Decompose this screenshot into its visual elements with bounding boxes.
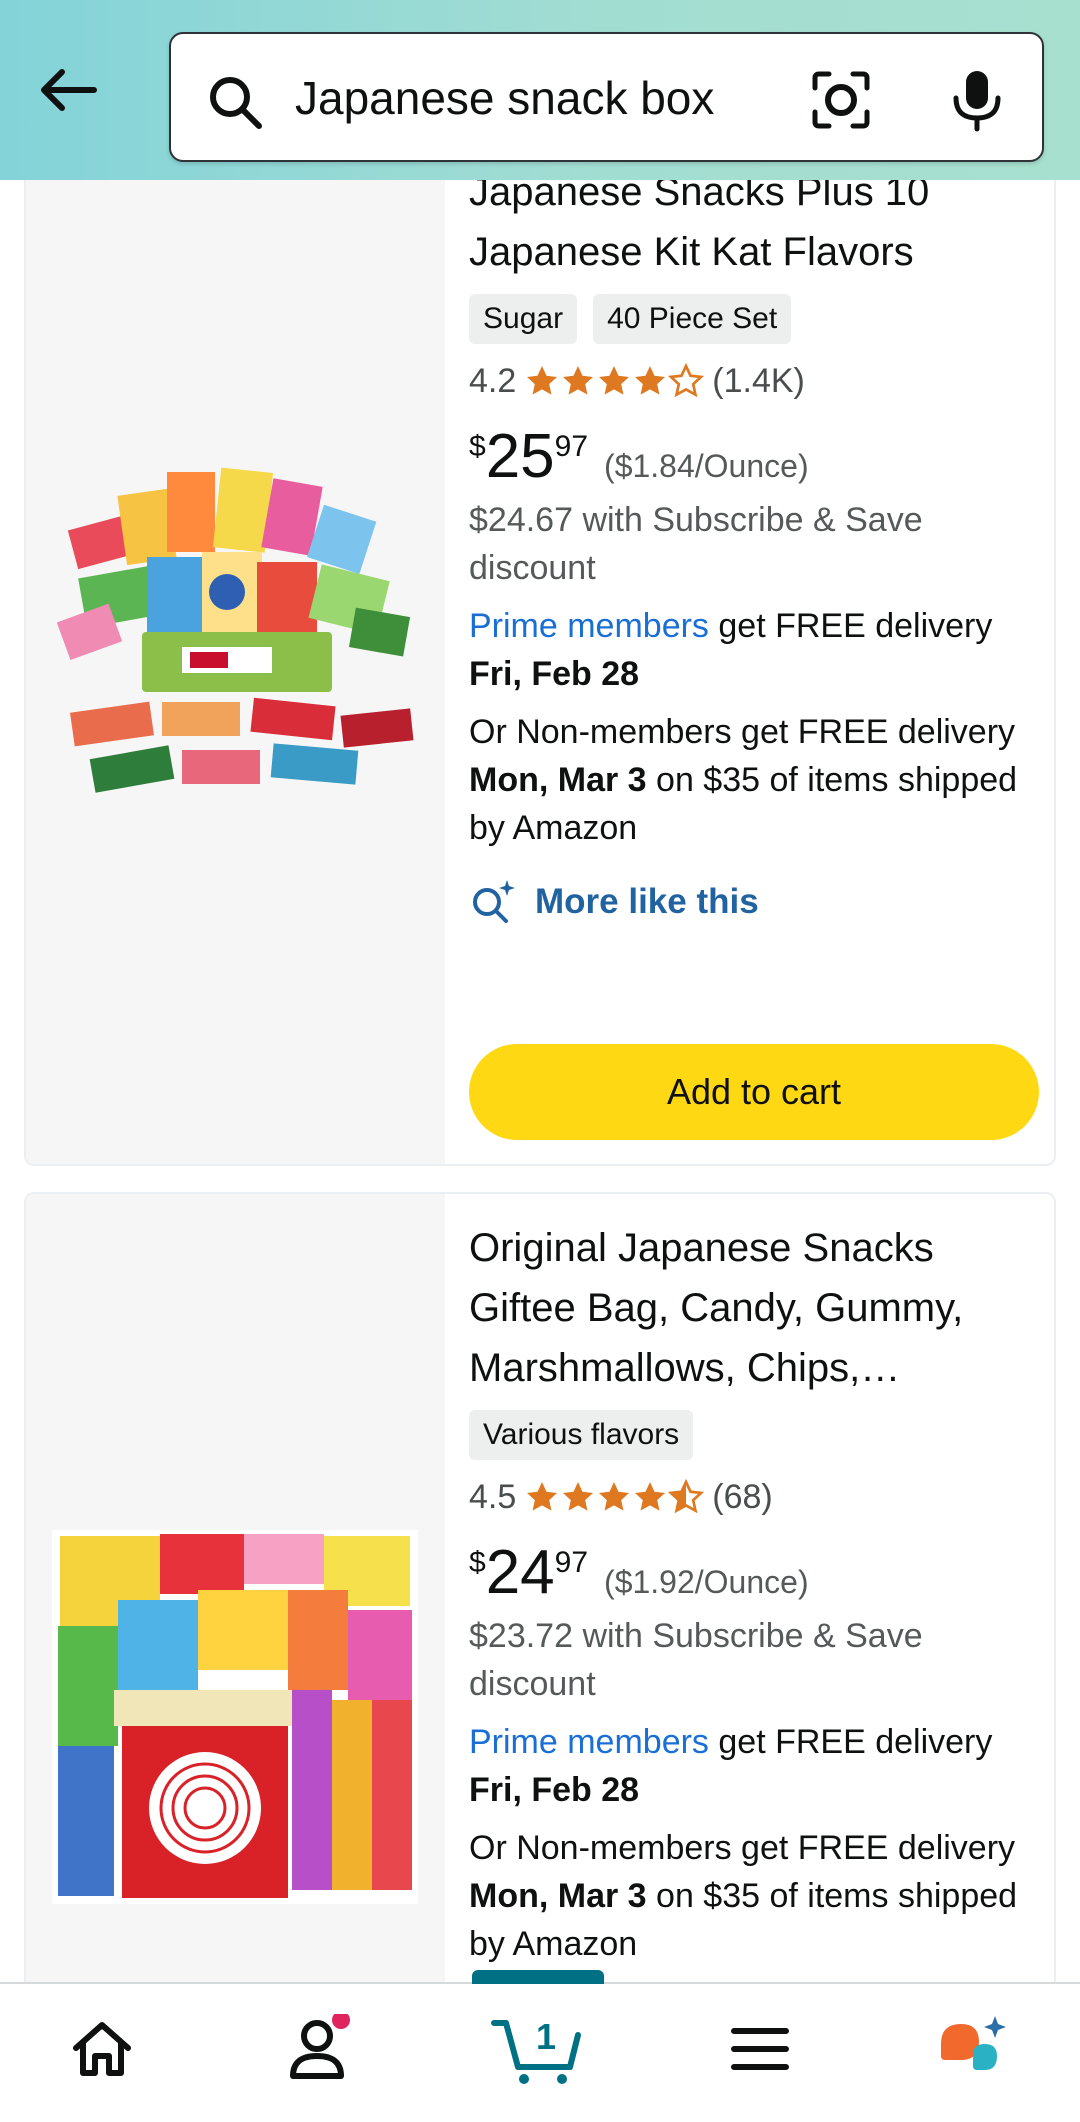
- star-full-icon: [599, 1482, 630, 1511]
- product-image-pane[interactable]: [26, 122, 445, 1164]
- microphone-icon[interactable]: [949, 68, 1005, 132]
- variant-chips: Sugar 40 Piece Set: [469, 294, 1049, 344]
- product-image[interactable]: [52, 462, 418, 802]
- product-card[interactable]: Original Japanese Snacks Giftee Bag, Can…: [24, 1192, 1056, 2052]
- star-full-icon: [599, 366, 630, 395]
- bottom-navigation: 1: [0, 1970, 1080, 2122]
- more-like-this-button[interactable]: More like this: [469, 878, 1049, 926]
- prime-delivery-text: get FREE delivery: [718, 607, 993, 645]
- cart-count: 1: [536, 2016, 556, 2057]
- camera-lens-icon[interactable]: [811, 70, 871, 130]
- search-query[interactable]: Japanese snack box: [295, 68, 714, 128]
- price-currency: $: [469, 1546, 486, 1579]
- prime-members-link[interactable]: Prime members: [469, 607, 709, 645]
- star-full-icon: [563, 366, 594, 395]
- rufus-icon: [941, 2016, 1006, 2070]
- more-like-this-label: More like this: [535, 882, 759, 921]
- menu-icon: [731, 2028, 789, 2070]
- star-full-icon: [527, 1482, 558, 1511]
- prime-delivery-text: get FREE delivery: [718, 1723, 993, 1761]
- prime-delivery-date: Fri, Feb 28: [469, 1771, 640, 1809]
- account-icon: [290, 2014, 350, 2079]
- search-icon: [210, 77, 262, 129]
- rating-value: 4.2: [469, 362, 517, 400]
- variant-chips: Various flavors: [469, 1410, 1049, 1460]
- prime-delivery: Prime members get FREE delivery Fri, Feb…: [469, 602, 1049, 698]
- nonmember-delivery: Or Non-members get FREE delivery Mon, Ma…: [469, 708, 1049, 852]
- nonmember-delivery-date: Mon, Mar 3: [469, 761, 647, 799]
- nav-home[interactable]: [62, 2004, 142, 2094]
- back-button[interactable]: [28, 58, 108, 122]
- product-info: Original Japanese Snacks Giftee Bag, Can…: [469, 1218, 1049, 1968]
- subscribe-save-price: $24.67 with Subscribe & Save discount: [469, 501, 923, 587]
- nav-cart[interactable]: 1: [488, 2004, 588, 2094]
- star-full-icon: [635, 366, 666, 395]
- price-fraction: 97: [554, 430, 589, 463]
- nav-rufus[interactable]: [930, 2004, 1020, 2094]
- cart-icon: 1: [491, 2016, 581, 2084]
- star-full-icon: [527, 366, 558, 395]
- variant-chip[interactable]: Various flavors: [469, 1410, 694, 1460]
- back-arrow-icon: [41, 69, 97, 111]
- price-whole: 25: [485, 422, 555, 491]
- rating-row[interactable]: 4.5 (68): [469, 1472, 1049, 1522]
- product-card[interactable]: 40 Japanese Candy Box 30 Japanese Snacks…: [24, 120, 1056, 1166]
- nonmember-delivery-prefix: Or Non-members get FREE delivery: [469, 713, 1016, 751]
- unit-price: ($1.92/Ounce): [604, 1564, 809, 1600]
- price: $ 24 97 ($1.92/Ounce): [469, 1542, 1049, 1604]
- search-input[interactable]: Japanese snack box: [169, 32, 1044, 162]
- cart-active-indicator: [472, 1970, 604, 1984]
- product-image-pane[interactable]: [26, 1194, 445, 2050]
- unit-price: ($1.84/Ounce): [604, 448, 809, 484]
- prime-delivery: Prime members get FREE delivery Fri, Feb…: [469, 1718, 1049, 1814]
- star-rating: [524, 363, 705, 399]
- product-info: 40 Japanese Candy Box 30 Japanese Snacks…: [469, 122, 1049, 926]
- star-empty-icon: [668, 363, 705, 398]
- price-fraction: 97: [554, 1546, 589, 1579]
- home-icon: [73, 2022, 131, 2076]
- price-whole: 24: [485, 1538, 555, 1607]
- add-to-cart-button[interactable]: Add to cart: [469, 1044, 1039, 1140]
- nonmember-delivery: Or Non-members get FREE delivery Mon, Ma…: [469, 1824, 1049, 1968]
- star-rating: [524, 1479, 705, 1515]
- star-full-icon: [635, 1482, 666, 1511]
- star-full-icon: [563, 1482, 594, 1511]
- sparkle-search-icon: [473, 880, 515, 923]
- price-currency: $: [469, 430, 486, 463]
- search-header: Japanese snack box: [0, 0, 1080, 180]
- nonmember-delivery-prefix: Or Non-members get FREE delivery: [469, 1829, 1016, 1867]
- rating-row[interactable]: 4.2 (1.4K): [469, 356, 1049, 406]
- product-title[interactable]: Original Japanese Snacks Giftee Bag, Can…: [469, 1218, 1049, 1398]
- price: $ 25 97 ($1.84/Ounce): [469, 426, 1049, 488]
- rating-value: 4.5: [469, 1478, 517, 1516]
- variant-chip[interactable]: Sugar: [469, 294, 578, 344]
- star-half-icon: [668, 1479, 705, 1514]
- nav-menu[interactable]: [720, 2004, 800, 2094]
- prime-members-link[interactable]: Prime members: [469, 1723, 709, 1761]
- review-count: (1.4K): [712, 362, 805, 400]
- variant-chip[interactable]: 40 Piece Set: [593, 294, 792, 344]
- prime-delivery-date: Fri, Feb 28: [469, 655, 640, 693]
- nav-account[interactable]: [280, 2004, 360, 2094]
- review-count: (68): [712, 1478, 773, 1516]
- nonmember-delivery-date: Mon, Mar 3: [469, 1877, 647, 1915]
- subscribe-save-price: $23.72 with Subscribe & Save discount: [469, 1617, 923, 1703]
- product-image[interactable]: [52, 1530, 418, 1904]
